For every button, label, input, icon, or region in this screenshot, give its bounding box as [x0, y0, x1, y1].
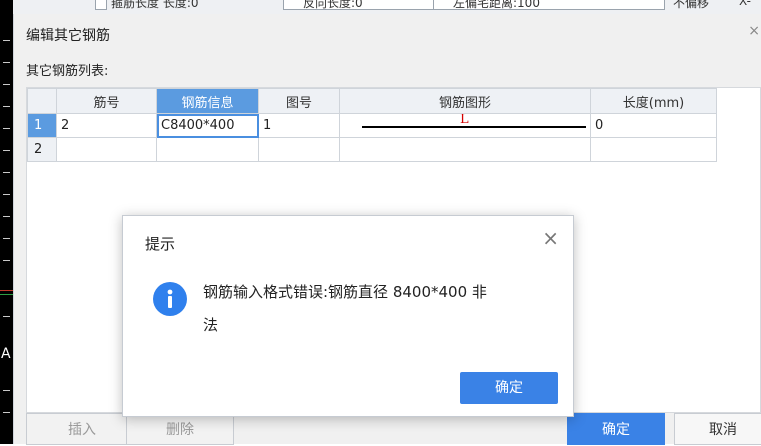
cancel-button[interactable]: 取消: [674, 413, 761, 445]
tick-mark: [3, 238, 10, 239]
column-header-bar-no[interactable]: 筋号: [56, 88, 157, 114]
column-header-shape[interactable]: 钢筋图形: [339, 88, 591, 114]
corner-cell[interactable]: [27, 88, 57, 114]
cell-length[interactable]: [590, 137, 717, 162]
toolbar-segment: 反向长度:0: [303, 0, 363, 10]
dialog-title: 编辑其它钢筋: [26, 28, 110, 44]
column-header-length[interactable]: 长度(mm): [590, 88, 717, 114]
red-line: [0, 290, 13, 291]
toolbar-segment: 不偏移: [673, 0, 710, 10]
toolbar-segment: 箍筋长度 长度:0: [111, 0, 199, 10]
tick-mark: [3, 128, 10, 129]
tick-mark: [3, 390, 10, 391]
cell-fig-no[interactable]: [258, 137, 340, 162]
list-label: 其它钢筋列表:: [26, 64, 109, 79]
tick-mark: [3, 40, 10, 41]
tick-mark: [3, 194, 10, 195]
tick-mark: [3, 106, 10, 107]
close-icon[interactable]: ×: [542, 228, 559, 248]
rebar-shape-line: [362, 126, 586, 128]
cell-bar-no[interactable]: [56, 137, 157, 162]
row-index[interactable]: 1: [27, 113, 57, 138]
tick-mark: [3, 84, 10, 85]
green-line: [0, 294, 13, 295]
column-header-fig-no[interactable]: 图号: [258, 88, 340, 114]
tick-mark: [3, 150, 10, 151]
info-icon: [153, 282, 187, 316]
toolbar-segment: 左偏宅距离:100: [453, 0, 540, 10]
background-toolbar: 箍筋长度 长度:0 反向长度:0 左偏宅距离:100 不偏移 X-: [13, 0, 761, 15]
cell-length[interactable]: 0: [590, 113, 717, 138]
tick-mark: [3, 216, 10, 217]
tick-mark: [3, 62, 10, 63]
ok-button[interactable]: 确定: [567, 413, 665, 445]
message-line: 钢筋输入格式错误:钢筋直径 8400*400 非: [203, 283, 487, 301]
message-text: 钢筋输入格式错误:钢筋直径 8400*400 非 法: [203, 276, 543, 342]
close-icon[interactable]: ×: [748, 23, 760, 39]
row-index[interactable]: 2: [27, 137, 57, 162]
cad-canvas-edge: A: [0, 0, 13, 444]
cell-bar-no[interactable]: 2: [56, 113, 157, 138]
message-line: 法: [203, 316, 219, 334]
cell-bar-info[interactable]: [156, 137, 259, 162]
table-header-row: 筋号 钢筋信息 图号 钢筋图形 长度(mm): [27, 88, 717, 114]
insert-button[interactable]: 插入: [26, 413, 138, 445]
checkbox[interactable]: [95, 0, 107, 10]
tick-mark: [3, 412, 10, 413]
cell-bar-info[interactable]: C8400*400: [156, 113, 259, 138]
cell-fig-no[interactable]: 1: [258, 113, 340, 138]
table-row[interactable]: 1 2 C8400*400 1 L 0: [27, 113, 717, 138]
message-title: 提示: [145, 235, 176, 253]
cell-shape[interactable]: L: [339, 113, 591, 138]
table-row[interactable]: 2: [27, 137, 717, 162]
message-ok-button[interactable]: 确定: [460, 372, 558, 404]
cell-shape[interactable]: [339, 137, 591, 162]
column-header-bar-info[interactable]: 钢筋信息: [156, 88, 259, 114]
tick-mark: [3, 260, 10, 261]
error-message-box: 提示 × 钢筋输入格式错误:钢筋直径 8400*400 非 法 确定: [122, 215, 574, 417]
toolbar-segment: X-: [739, 0, 751, 8]
delete-button[interactable]: 删除: [126, 413, 234, 445]
shape-letter: L: [460, 113, 469, 128]
tick-mark: [3, 172, 10, 173]
tick-mark: [3, 316, 10, 317]
rebar-table: 筋号 钢筋信息 图号 钢筋图形 长度(mm) 1 2 C8400*400 1 L…: [27, 88, 717, 162]
side-letter: A: [1, 346, 11, 362]
